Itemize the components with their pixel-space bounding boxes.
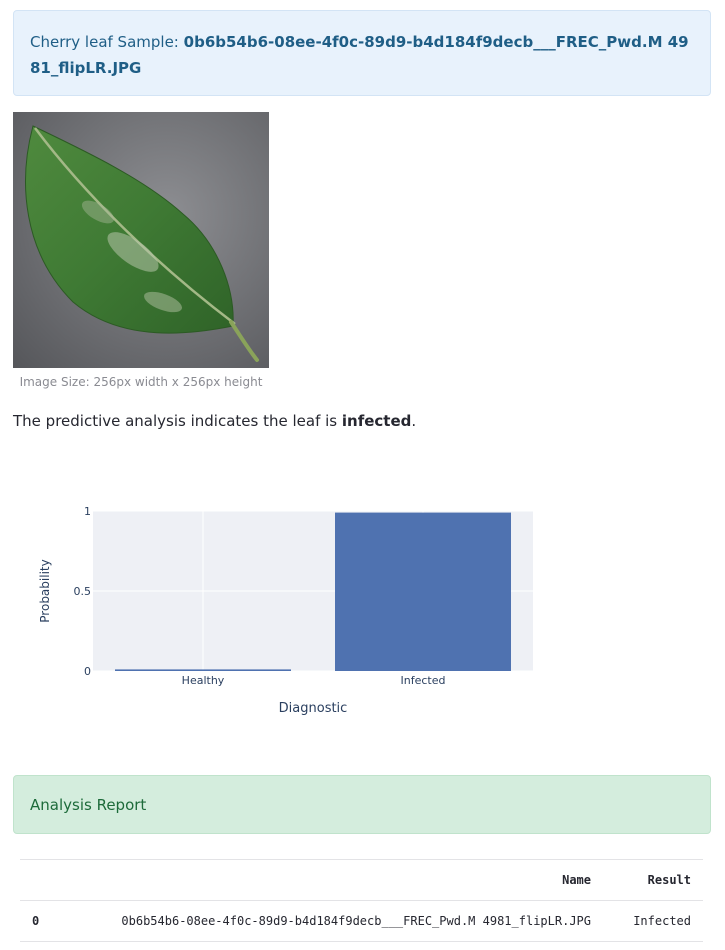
row-name: 0b6b54b6-08ee-4f0c-89d9-b4d184f9decb___F… — [80, 900, 603, 942]
image-caption: Image Size: 256px width x 256px height — [19, 375, 263, 389]
row-index: 0 — [20, 900, 80, 942]
bar-healthy — [115, 669, 291, 671]
report-header-row: Name Result — [20, 859, 703, 901]
leaf-image — [13, 112, 269, 368]
report-header-name: Name — [80, 859, 603, 901]
table-row: 0 0b6b54b6-08ee-4f0c-89d9-b4d184f9decb__… — [20, 900, 703, 942]
y-axis-title: Probability — [38, 559, 52, 622]
bar-infected — [335, 512, 511, 671]
report-header-index — [20, 859, 80, 901]
prediction-prefix: The predictive analysis indicates the le… — [13, 412, 342, 430]
sample-info-box: Cherry leaf Sample: 0b6b54b6-08ee-4f0c-8… — [13, 10, 711, 96]
x-tick-label: Infected — [401, 674, 446, 687]
y-tick-label: 0.5 — [74, 585, 92, 598]
probability-chart: 0 0.5 1 Healthy Infected Diagnostic Probabilit… — [38, 505, 533, 716]
sample-label: Cherry leaf Sample: — [30, 33, 184, 51]
y-tick-label: 0 — [84, 665, 91, 678]
analysis-report-banner: Analysis Report — [13, 775, 711, 834]
prediction-result: infected — [341, 412, 412, 430]
prediction-statement: The predictive analysis indicates the le… — [13, 412, 416, 430]
report-header-result: Result — [603, 859, 703, 901]
y-tick-label: 1 — [84, 505, 91, 518]
analysis-report-title: Analysis Report — [30, 796, 147, 814]
report-table: Name Result 0 0b6b54b6-08ee-4f0c-89d9-b4… — [20, 859, 703, 942]
x-tick-label: Healthy — [182, 674, 225, 687]
prediction-suffix: . — [411, 412, 417, 430]
x-axis-title: Diagnostic — [279, 701, 348, 716]
row-result: Infected — [603, 900, 703, 942]
